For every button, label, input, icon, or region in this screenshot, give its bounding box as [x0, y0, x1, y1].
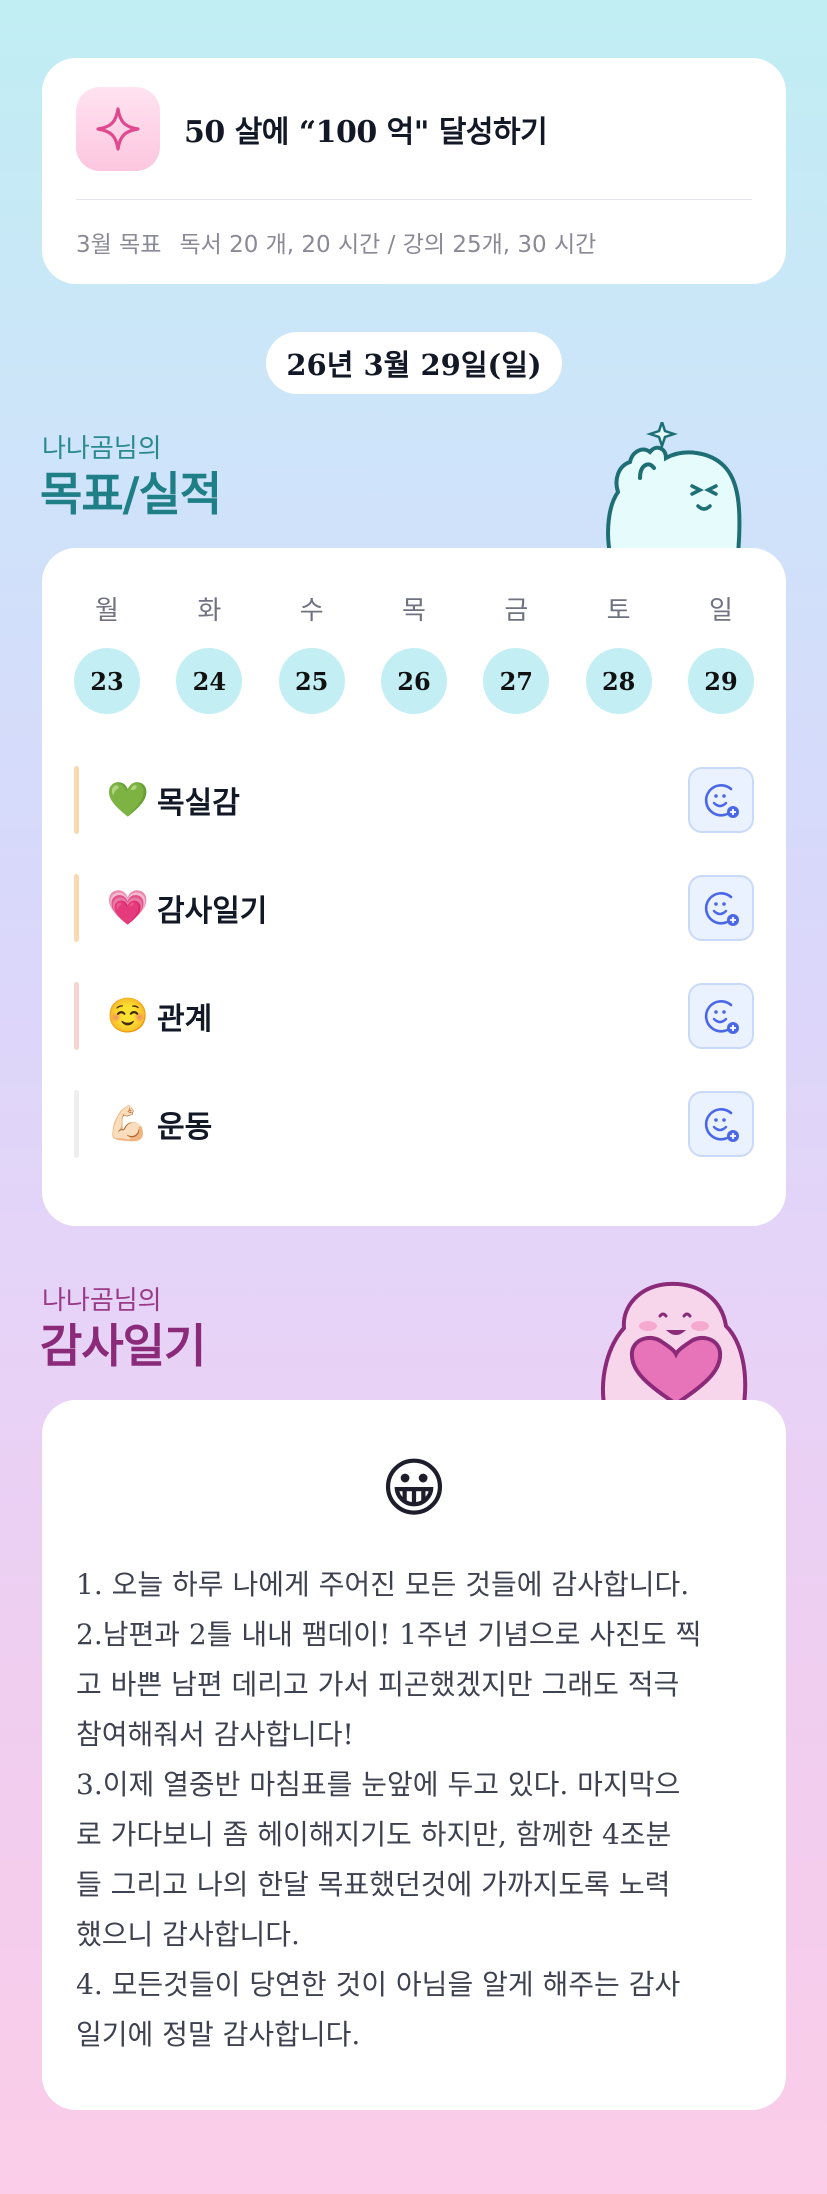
diary-line: 로 가다보니 좀 헤이해지기도 하지만, 함께한 4조분	[76, 1818, 672, 1851]
day-number[interactable]: 29	[687, 648, 754, 714]
diary-line: 했으니 감사합니다.	[76, 1918, 300, 1951]
day-sat[interactable]: 토 28	[585, 590, 652, 714]
day-label: 목	[402, 596, 426, 626]
monthly-goal: 3월 목표 독서 20 개, 20 시간 / 강의 25개, 30 시간	[76, 200, 752, 284]
day-label: 수	[299, 596, 324, 626]
habit-color-bar	[74, 982, 79, 1050]
sparkle-icon	[76, 86, 160, 171]
monthly-goal-text: 독서 20 개, 20 시간 / 강의 25개, 30 시간	[179, 232, 597, 258]
goal-card[interactable]: 50 살에 “100 억" 달성하기 3월 목표 독서 20 개, 20 시간 …	[42, 58, 786, 284]
day-label: 금	[504, 596, 529, 626]
habit-color-bar	[74, 766, 79, 834]
date-selector[interactable]: 26년 3월 29일(일)	[266, 332, 562, 394]
smile-add-icon	[704, 1108, 739, 1142]
smile-add-icon	[704, 1000, 739, 1034]
day-label: 토	[606, 596, 631, 626]
monthly-goal-label: 3월 목표	[76, 232, 162, 258]
diary-line: 고 바쁜 남편 데리고 가서 피곤했겠지만 그래도 적극	[76, 1668, 680, 1701]
diary-line: 들 그리고 나의 한달 목표했던것에 가까지도록 노력	[76, 1868, 671, 1901]
habit-action-button[interactable]	[688, 875, 754, 941]
gratitude-diary-card: 😀 1. 오늘 하루 나에게 주어진 모든 것들에 감사합니다. 2.남편과 2…	[42, 1400, 786, 2110]
weekly-goals-card: 월 23 화 24 수 25 목 26 금 27 토 28 일 29 💚 목실감…	[42, 548, 786, 1226]
diary-line: 2.남편과 2틀 내내 팸데이! 1주년 기념으로 사진도 찍	[76, 1618, 702, 1651]
day-number[interactable]: 23	[74, 648, 140, 714]
diary-line: 일기에 정말 감사합니다.	[76, 2018, 361, 2051]
diary-line: 3.이제 열중반 마침표를 눈앞에 두고 있다. 마지막으	[76, 1768, 681, 1801]
smile-add-icon	[704, 784, 739, 818]
habit-color-bar	[74, 1090, 79, 1158]
day-sun[interactable]: 일 29	[687, 590, 754, 714]
habit-name: 목실감	[157, 786, 240, 821]
day-tue[interactable]: 화 24	[176, 590, 243, 714]
day-wed[interactable]: 수 25	[278, 590, 345, 714]
week-day-row: 월 23 화 24 수 25 목 26 금 27 토 28 일 29	[74, 590, 754, 714]
grinning-face-icon: 😀	[380, 1452, 448, 1526]
habit-action-button[interactable]	[688, 767, 754, 833]
day-label: 일	[709, 596, 733, 626]
diary-line: 4. 모든것들이 당연한 것이 아님을 알게 해주는 감사	[76, 1968, 681, 2001]
habit-name: 감사일기	[157, 894, 268, 929]
habit-name: 운동	[157, 1110, 213, 1145]
diary-content: 1. 오늘 하루 나에게 주어진 모든 것들에 감사합니다. 2.남편과 2틀 …	[76, 1560, 746, 2060]
habit-item[interactable]: 💚 목실감	[74, 766, 754, 834]
goal-title: 50 살에 “100 억" 달성하기	[184, 114, 548, 150]
diary-line: 1. 오늘 하루 나에게 주어진 모든 것들에 감사합니다.	[76, 1568, 690, 1601]
habit-color-bar	[74, 874, 79, 942]
habit-item[interactable]: ☺️ 관계	[74, 982, 754, 1050]
diary-line: 참여해줘서 감사합니다!	[76, 1718, 354, 1751]
goal-header: 50 살에 “100 억" 달성하기	[76, 58, 752, 200]
day-number[interactable]: 24	[176, 648, 243, 714]
habit-item[interactable]: 💪🏻 운동	[74, 1090, 754, 1158]
day-thu[interactable]: 목 26	[380, 590, 447, 714]
day-label: 월	[95, 596, 119, 626]
smile-add-icon	[704, 892, 739, 926]
day-number[interactable]: 25	[278, 648, 345, 714]
day-mon[interactable]: 월 23	[74, 590, 140, 714]
flexed-biceps-icon: 💪🏻	[106, 1104, 150, 1144]
day-label: 화	[197, 596, 222, 626]
mascot-heart-icon	[601, 1281, 748, 1404]
green-heart-icon: 💚	[106, 780, 150, 820]
diary-section-title: 감사일기	[40, 1319, 206, 1373]
habit-action-button[interactable]	[688, 1091, 754, 1157]
pink-heart-icon: 💗	[106, 888, 150, 928]
day-fri[interactable]: 금 27	[483, 590, 550, 714]
day-number[interactable]: 27	[483, 648, 550, 714]
habit-item[interactable]: 💗 감사일기	[74, 874, 754, 942]
mascot-thumbs-up-icon	[606, 422, 742, 554]
goals-section-title: 목표/실적	[40, 467, 222, 521]
habit-action-button[interactable]	[688, 983, 754, 1049]
smiling-face-icon: ☺️	[106, 996, 150, 1036]
habit-name: 관계	[157, 1002, 213, 1037]
day-number[interactable]: 26	[380, 648, 447, 714]
day-number[interactable]: 28	[585, 648, 652, 714]
